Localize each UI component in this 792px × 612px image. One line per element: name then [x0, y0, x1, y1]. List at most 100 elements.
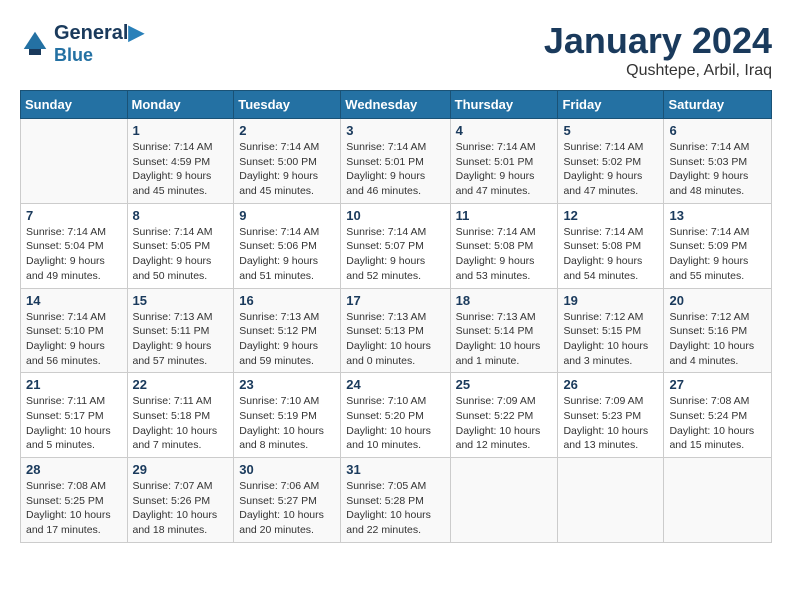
day-number: 29: [133, 462, 229, 477]
day-info: Sunrise: 7:14 AM Sunset: 5:01 PM Dayligh…: [346, 140, 444, 199]
calendar-body: 1 Sunrise: 7:14 AM Sunset: 4:59 PM Daylig…: [21, 119, 772, 543]
day-info: Sunrise: 7:11 AM Sunset: 5:18 PM Dayligh…: [133, 394, 229, 453]
day-number: 7: [26, 208, 122, 223]
calendar-cell: 19Sunrise: 7:12 AM Sunset: 5:15 PM Dayli…: [558, 288, 664, 373]
day-number: 25: [456, 377, 553, 392]
logo: General▶ Blue: [20, 20, 144, 66]
day-info: Sunrise: 7:07 AM Sunset: 5:26 PM Dayligh…: [133, 479, 229, 538]
logo-text: General▶: [54, 20, 144, 45]
day-info: Sunrise: 7:14 AM Sunset: 5:08 PM Dayligh…: [456, 225, 553, 284]
day-info: Sunrise: 7:13 AM Sunset: 5:13 PM Dayligh…: [346, 310, 444, 369]
weekday-header-monday: Monday: [127, 91, 234, 119]
day-number: 6: [669, 123, 766, 138]
calendar-cell: 28 Sunrise: 7:08 AM Sunset: 5:25 PM Dayli…: [21, 458, 128, 543]
day-number: 13: [669, 208, 766, 223]
weekday-header-saturday: Saturday: [664, 91, 772, 119]
day-info: Sunrise: 7:12 AM Sunset: 5:16 PM Dayligh…: [669, 310, 766, 369]
day-info: Sunrise: 7:14 AM Sunset: 5:00 PM Dayligh…: [239, 140, 335, 199]
weekday-header-sunday: Sunday: [21, 91, 128, 119]
day-number: 27: [669, 377, 766, 392]
day-info: Sunrise: 7:14 AM Sunset: 5:02 PM Dayligh…: [563, 140, 658, 199]
day-number: 11: [456, 208, 553, 223]
calendar-cell: 25Sunrise: 7:09 AM Sunset: 5:22 PM Dayli…: [450, 373, 558, 458]
title-block: January 2024 Qushtepe, Arbil, Iraq: [544, 20, 772, 80]
day-info: Sunrise: 7:05 AM Sunset: 5:28 PM Dayligh…: [346, 479, 444, 538]
calendar-cell: 11 Sunrise: 7:14 AM Sunset: 5:08 PM Dayli…: [450, 203, 558, 288]
day-number: 22: [133, 377, 229, 392]
calendar-week-row: 21 Sunrise: 7:11 AM Sunset: 5:17 PM Dayli…: [21, 373, 772, 458]
calendar-cell: 14 Sunrise: 7:14 AM Sunset: 5:10 PM Dayli…: [21, 288, 128, 373]
calendar-cell: 22 Sunrise: 7:11 AM Sunset: 5:18 PM Dayli…: [127, 373, 234, 458]
day-info: Sunrise: 7:10 AM Sunset: 5:19 PM Dayligh…: [239, 394, 335, 453]
day-number: 24: [346, 377, 444, 392]
day-info: Sunrise: 7:14 AM Sunset: 5:04 PM Dayligh…: [26, 225, 122, 284]
calendar-cell: 2 Sunrise: 7:14 AM Sunset: 5:00 PM Daylig…: [234, 119, 341, 204]
calendar-table: SundayMondayTuesdayWednesdayThursdayFrid…: [20, 90, 772, 543]
day-number: 2: [239, 123, 335, 138]
calendar-cell: 15Sunrise: 7:13 AM Sunset: 5:11 PM Dayli…: [127, 288, 234, 373]
calendar-cell: [558, 458, 664, 543]
month-title: January 2024: [544, 20, 772, 62]
day-info: Sunrise: 7:14 AM Sunset: 5:07 PM Dayligh…: [346, 225, 444, 284]
day-number: 14: [26, 293, 122, 308]
day-number: 16: [239, 293, 335, 308]
calendar-cell: 30Sunrise: 7:06 AM Sunset: 5:27 PM Dayli…: [234, 458, 341, 543]
calendar-week-row: 14 Sunrise: 7:14 AM Sunset: 5:10 PM Dayli…: [21, 288, 772, 373]
calendar-week-row: 7 Sunrise: 7:14 AM Sunset: 5:04 PM Daylig…: [21, 203, 772, 288]
calendar-cell: [450, 458, 558, 543]
calendar-header-row: SundayMondayTuesdayWednesdayThursdayFrid…: [21, 91, 772, 119]
day-info: Sunrise: 7:13 AM Sunset: 5:12 PM Dayligh…: [239, 310, 335, 369]
calendar-cell: 29 Sunrise: 7:07 AM Sunset: 5:26 PM Dayli…: [127, 458, 234, 543]
calendar-cell: 20 Sunrise: 7:12 AM Sunset: 5:16 PM Dayli…: [664, 288, 772, 373]
day-info: Sunrise: 7:06 AM Sunset: 5:27 PM Dayligh…: [239, 479, 335, 538]
day-info: Sunrise: 7:14 AM Sunset: 5:08 PM Dayligh…: [563, 225, 658, 284]
day-info: Sunrise: 7:08 AM Sunset: 5:25 PM Dayligh…: [26, 479, 122, 538]
weekday-header-friday: Friday: [558, 91, 664, 119]
calendar-cell: 9Sunrise: 7:14 AM Sunset: 5:06 PM Daylig…: [234, 203, 341, 288]
day-info: Sunrise: 7:14 AM Sunset: 5:01 PM Dayligh…: [456, 140, 553, 199]
day-info: Sunrise: 7:11 AM Sunset: 5:17 PM Dayligh…: [26, 394, 122, 453]
calendar-cell: 27 Sunrise: 7:08 AM Sunset: 5:24 PM Dayli…: [664, 373, 772, 458]
day-info: Sunrise: 7:14 AM Sunset: 5:03 PM Dayligh…: [669, 140, 766, 199]
day-info: Sunrise: 7:10 AM Sunset: 5:20 PM Dayligh…: [346, 394, 444, 453]
calendar-cell: [21, 119, 128, 204]
calendar-cell: [664, 458, 772, 543]
calendar-cell: 6 Sunrise: 7:14 AM Sunset: 5:03 PM Daylig…: [664, 119, 772, 204]
day-info: Sunrise: 7:08 AM Sunset: 5:24 PM Dayligh…: [669, 394, 766, 453]
day-number: 18: [456, 293, 553, 308]
weekday-header-wednesday: Wednesday: [341, 91, 450, 119]
day-info: Sunrise: 7:14 AM Sunset: 5:06 PM Dayligh…: [239, 225, 335, 284]
calendar-cell: 10Sunrise: 7:14 AM Sunset: 5:07 PM Dayli…: [341, 203, 450, 288]
day-number: 12: [563, 208, 658, 223]
day-number: 21: [26, 377, 122, 392]
location: Qushtepe, Arbil, Iraq: [544, 62, 772, 80]
day-number: 20: [669, 293, 766, 308]
day-info: Sunrise: 7:13 AM Sunset: 5:11 PM Dayligh…: [133, 310, 229, 369]
calendar-cell: 16 Sunrise: 7:13 AM Sunset: 5:12 PM Dayli…: [234, 288, 341, 373]
day-number: 23: [239, 377, 335, 392]
calendar-cell: 23 Sunrise: 7:10 AM Sunset: 5:19 PM Dayli…: [234, 373, 341, 458]
day-number: 5: [563, 123, 658, 138]
calendar-cell: 17Sunrise: 7:13 AM Sunset: 5:13 PM Dayli…: [341, 288, 450, 373]
day-info: Sunrise: 7:14 AM Sunset: 5:10 PM Dayligh…: [26, 310, 122, 369]
page-header: General▶ Blue January 2024 Qushtepe, Arb…: [20, 20, 772, 80]
day-info: Sunrise: 7:14 AM Sunset: 5:05 PM Dayligh…: [133, 225, 229, 284]
calendar-cell: 4 Sunrise: 7:14 AM Sunset: 5:01 PM Daylig…: [450, 119, 558, 204]
calendar-cell: 12 Sunrise: 7:14 AM Sunset: 5:08 PM Dayli…: [558, 203, 664, 288]
day-number: 4: [456, 123, 553, 138]
day-number: 1: [133, 123, 229, 138]
calendar-cell: 8Sunrise: 7:14 AM Sunset: 5:05 PM Daylig…: [127, 203, 234, 288]
calendar-cell: 3Sunrise: 7:14 AM Sunset: 5:01 PM Daylig…: [341, 119, 450, 204]
calendar-cell: 18Sunrise: 7:13 AM Sunset: 5:14 PM Dayli…: [450, 288, 558, 373]
calendar-week-row: 28 Sunrise: 7:08 AM Sunset: 5:25 PM Dayli…: [21, 458, 772, 543]
day-number: 31: [346, 462, 444, 477]
logo-subtext: Blue: [54, 45, 144, 66]
day-info: Sunrise: 7:14 AM Sunset: 5:09 PM Dayligh…: [669, 225, 766, 284]
calendar-cell: 7 Sunrise: 7:14 AM Sunset: 5:04 PM Daylig…: [21, 203, 128, 288]
weekday-header-tuesday: Tuesday: [234, 91, 341, 119]
day-number: 28: [26, 462, 122, 477]
day-info: Sunrise: 7:12 AM Sunset: 5:15 PM Dayligh…: [563, 310, 658, 369]
logo-icon: [20, 28, 50, 58]
calendar-cell: 13 Sunrise: 7:14 AM Sunset: 5:09 PM Dayli…: [664, 203, 772, 288]
day-info: Sunrise: 7:14 AM Sunset: 4:59 PM Dayligh…: [133, 140, 229, 199]
